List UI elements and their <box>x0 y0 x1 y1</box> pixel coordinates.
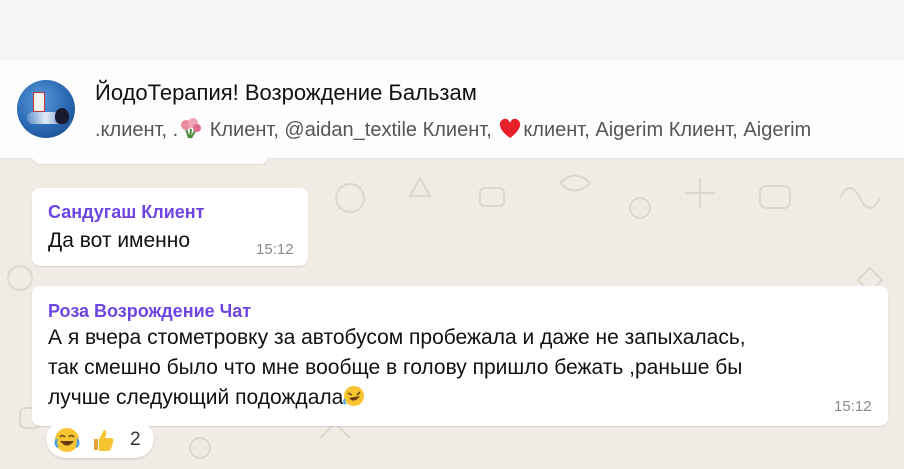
message-reactions[interactable]: 2 <box>46 420 154 458</box>
red-heart-emoji-icon <box>497 117 523 145</box>
message-line: так смешно было что мне вообще в голову … <box>48 356 743 379</box>
window-top-bar <box>0 0 904 60</box>
message-line: лучше следующий подождала <box>48 383 848 416</box>
face-with-tears-of-joy-emoji-icon <box>54 427 80 458</box>
sender-name[interactable]: Сандугаш Клиент <box>48 202 204 223</box>
chat-header[interactable]: ЙодоТерапия! Возрождение Бальзам .клиент… <box>0 60 904 159</box>
reaction-count: 2 <box>130 429 141 450</box>
group-avatar[interactable] <box>17 80 75 138</box>
previous-message-bubble-edge <box>32 156 268 164</box>
avatar-bottle-graphic <box>33 92 45 112</box>
rolling-on-floor-laughing-emoji-icon <box>343 385 365 416</box>
message-line-text: лучше следующий подождала <box>48 386 344 409</box>
chat-title: ЙодоТерапия! Возрождение Бальзам <box>95 80 477 105</box>
members-text-part: клиент, Aigerim Клиент, Aigerim <box>523 119 812 141</box>
avatar-figure-graphic <box>55 108 69 124</box>
members-text-part: Клиент, @aidan_textile Клиент, <box>204 119 498 141</box>
members-text-part: .клиент, . <box>95 119 179 141</box>
sender-name[interactable]: Роза Возрождение Чат <box>48 301 251 322</box>
message-bubble[interactable]: Роза Возрождение Чат А я вчера стометров… <box>32 286 888 426</box>
message-timestamp: 15:12 <box>834 398 872 415</box>
message-timestamp: 15:12 <box>256 241 294 258</box>
message-text: А я вчера стометровку за автобусом пробе… <box>48 323 848 416</box>
message-text: Да вот именно <box>48 229 191 252</box>
thumbs-up-emoji-icon <box>90 427 116 458</box>
bouquet-emoji-icon <box>178 117 204 145</box>
chat-members-list: .клиент, . Клиент, @aidan_textile Клиент… <box>95 117 811 145</box>
message-line: А я вчера стометровку за автобусом пробе… <box>48 326 746 349</box>
message-bubble[interactable]: Сандугаш Клиент Да вот именно 15:12 <box>32 188 308 266</box>
